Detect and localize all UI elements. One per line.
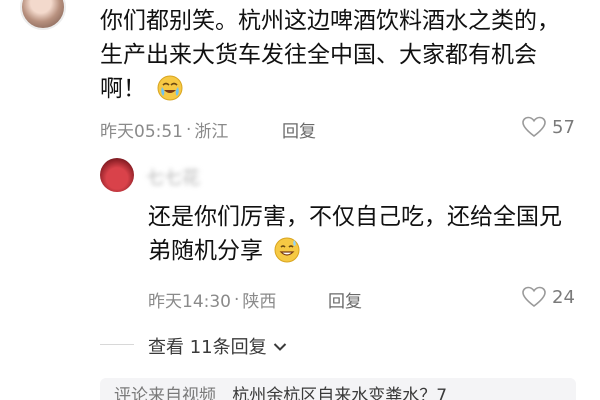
view-replies-button[interactable]: 查看 11条回复 [148, 333, 287, 359]
heart-icon [522, 116, 546, 138]
reply-button[interactable]: 回复 [282, 117, 316, 142]
like-count: 24 [552, 286, 575, 308]
comment-body: 还是你们厉害，不仅自己吃，还给全国兄弟随机分享 [148, 200, 578, 268]
like-button[interactable]: 57 [522, 116, 575, 138]
comment-location: 陕西 [242, 292, 277, 312]
source-label: 评论来自视频 [114, 386, 216, 400]
comment-text: 还是你们厉害，不仅自己吃，还给全国兄弟随机分享 [148, 204, 562, 264]
comment-meta: 昨天14:30 · 陕西 [148, 287, 277, 313]
reply-button[interactable]: 回复 [328, 287, 362, 312]
teary-laugh-emoji-icon [157, 75, 183, 101]
source-video-link[interactable]: 评论来自视频 杭州余杭区自来水变粪水？7 [100, 378, 576, 400]
heart-icon [522, 286, 546, 308]
comment-location: 浙江 [194, 122, 229, 142]
source-title: 杭州余杭区自来水变粪水？7 [232, 386, 448, 400]
comment-thread: 你们都别笑。杭州这边啤酒饮料酒水之类的，生产出来大货车发往全中国、大家都有机会啊… [0, 0, 600, 400]
chevron-down-icon [273, 336, 287, 357]
grin-sweat-emoji-icon [274, 237, 300, 263]
comment-time: 昨天14:30 [148, 292, 231, 312]
avatar[interactable] [100, 158, 134, 192]
divider [100, 344, 134, 345]
like-button[interactable]: 24 [522, 286, 575, 308]
comment-body: 你们都别笑。杭州这边啤酒饮料酒水之类的，生产出来大货车发往全中国、大家都有机会啊… [100, 4, 580, 106]
comment-author[interactable]: 七七花 [146, 164, 200, 190]
view-replies-label: 查看 11条回复 [148, 337, 267, 358]
avatar[interactable] [20, 0, 66, 30]
like-count: 57 [552, 116, 575, 138]
comment-meta: 昨天05:51 · 浙江 [100, 117, 229, 143]
comment-time: 昨天05:51 [100, 122, 183, 142]
